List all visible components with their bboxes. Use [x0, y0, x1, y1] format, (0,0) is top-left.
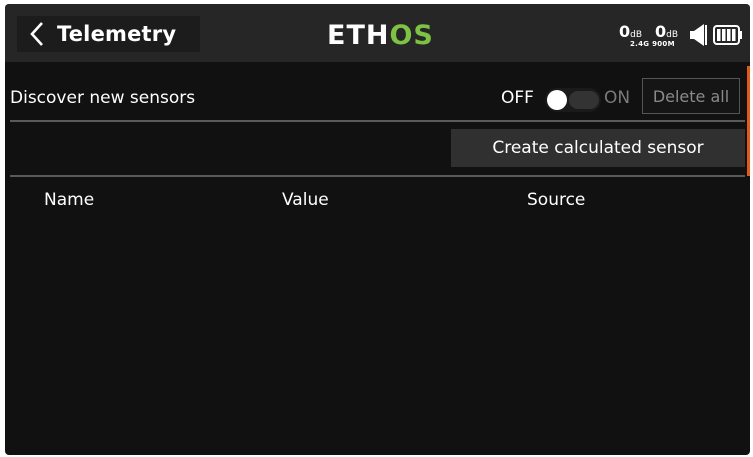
divider [10, 175, 745, 177]
column-header-name: Name [44, 190, 95, 210]
screen: Telemetry ETHOS 0dB 0dB 2.4G 900M Discov… [5, 4, 750, 455]
column-header-source: Source [527, 190, 586, 210]
status-area: 0dB 0dB 2.4G 900M [615, 20, 745, 50]
rssi-900m: 0dB [655, 22, 679, 41]
toggle-track [569, 91, 599, 109]
speaker-icon [689, 22, 709, 52]
battery-icon [713, 25, 743, 49]
ethos-logo: ETHOS [327, 20, 434, 51]
toggle-knob [547, 90, 567, 110]
delete-all-button[interactable]: Delete all [642, 78, 740, 114]
header-bar: Telemetry ETHOS 0dB 0dB 2.4G 900M [5, 4, 750, 62]
divider [10, 120, 745, 122]
discover-toggle[interactable] [545, 88, 601, 112]
create-calculated-sensor-button[interactable]: Create calculated sensor [451, 129, 745, 167]
rssi-2g4: 0dB [619, 22, 643, 41]
discover-row: Discover new sensors OFF ON Delete all [5, 78, 750, 120]
toggle-on-label: ON [604, 88, 631, 108]
column-header-value: Value [282, 190, 329, 210]
back-chevron-icon [23, 16, 51, 52]
toggle-off-label: OFF [501, 88, 534, 108]
page-title: Telemetry [57, 22, 177, 46]
discover-label: Discover new sensors [10, 88, 196, 108]
back-button[interactable]: Telemetry [17, 16, 200, 52]
bands-label: 2.4G 900M [630, 40, 675, 48]
sensor-list[interactable] [5, 219, 745, 455]
